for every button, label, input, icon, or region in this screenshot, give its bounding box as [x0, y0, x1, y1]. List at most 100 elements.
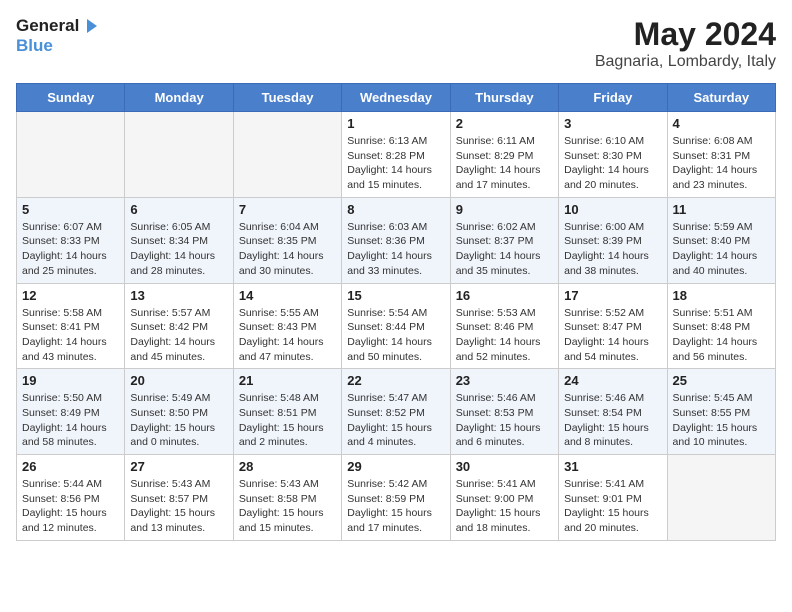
calendar-week-5: 26 Sunrise: 5:44 AMSunset: 8:56 PMDayligh…	[17, 455, 776, 541]
cell-info: Sunrise: 5:58 AMSunset: 8:41 PMDaylight:…	[22, 306, 119, 365]
day-number: 16	[456, 288, 553, 303]
calendar-cell	[233, 112, 341, 198]
cell-info: Sunrise: 5:52 AMSunset: 8:47 PMDaylight:…	[564, 306, 661, 365]
calendar-cell: 24 Sunrise: 5:46 AMSunset: 8:54 PMDayligh…	[559, 369, 667, 455]
logo-text-general: General	[16, 16, 79, 36]
calendar-cell: 11 Sunrise: 5:59 AMSunset: 8:40 PMDayligh…	[667, 197, 775, 283]
calendar-cell: 23 Sunrise: 5:46 AMSunset: 8:53 PMDayligh…	[450, 369, 558, 455]
day-number: 24	[564, 373, 661, 388]
day-number: 27	[130, 459, 227, 474]
calendar-cell: 1 Sunrise: 6:13 AMSunset: 8:28 PMDaylight…	[342, 112, 450, 198]
day-number: 8	[347, 202, 444, 217]
day-number: 17	[564, 288, 661, 303]
calendar-week-3: 12Sunrise: 5:58 AMSunset: 8:41 PMDayligh…	[17, 283, 776, 369]
day-number: 11	[673, 202, 770, 217]
calendar-cell: 9 Sunrise: 6:02 AMSunset: 8:37 PMDaylight…	[450, 197, 558, 283]
day-number: 22	[347, 373, 444, 388]
cell-info: Sunrise: 5:41 AMSunset: 9:01 PMDaylight:…	[564, 477, 661, 536]
cell-info: Sunrise: 5:42 AMSunset: 8:59 PMDaylight:…	[347, 477, 444, 536]
day-header-monday: Monday	[125, 84, 233, 112]
day-number: 4	[673, 116, 770, 131]
calendar-cell: 4 Sunrise: 6:08 AMSunset: 8:31 PMDaylight…	[667, 112, 775, 198]
day-number: 19	[22, 373, 119, 388]
day-number: 2	[456, 116, 553, 131]
calendar-table: SundayMondayTuesdayWednesdayThursdayFrid…	[16, 83, 776, 541]
calendar-cell: 17 Sunrise: 5:52 AMSunset: 8:47 PMDayligh…	[559, 283, 667, 369]
cell-info: Sunrise: 6:00 AMSunset: 8:39 PMDaylight:…	[564, 220, 661, 279]
calendar-cell: 30Sunrise: 5:41 AMSunset: 9:00 PMDayligh…	[450, 455, 558, 541]
calendar-cell: 14Sunrise: 5:55 AMSunset: 8:43 PMDayligh…	[233, 283, 341, 369]
calendar-cell: 22 Sunrise: 5:47 AMSunset: 8:52 PMDayligh…	[342, 369, 450, 455]
day-number: 20	[130, 373, 227, 388]
cell-info: Sunrise: 6:07 AMSunset: 8:33 PMDaylight:…	[22, 220, 119, 279]
calendar-cell: 8Sunrise: 6:03 AMSunset: 8:36 PMDaylight…	[342, 197, 450, 283]
calendar-cell: 13 Sunrise: 5:57 AMSunset: 8:42 PMDayligh…	[125, 283, 233, 369]
cell-info: Sunrise: 5:54 AMSunset: 8:44 PMDaylight:…	[347, 306, 444, 365]
day-number: 3	[564, 116, 661, 131]
day-number: 18	[673, 288, 770, 303]
cell-info: Sunrise: 5:50 AMSunset: 8:49 PMDaylight:…	[22, 391, 119, 450]
calendar-cell: 25 Sunrise: 5:45 AMSunset: 8:55 PMDayligh…	[667, 369, 775, 455]
cell-info: Sunrise: 6:10 AMSunset: 8:30 PMDaylight:…	[564, 134, 661, 193]
cell-info: Sunrise: 5:46 AMSunset: 8:53 PMDaylight:…	[456, 391, 553, 450]
calendar-cell: 21 Sunrise: 5:48 AMSunset: 8:51 PMDayligh…	[233, 369, 341, 455]
day-header-sunday: Sunday	[17, 84, 125, 112]
calendar-cell: 19 Sunrise: 5:50 AMSunset: 8:49 PMDayligh…	[17, 369, 125, 455]
calendar-cell: 2 Sunrise: 6:11 AMSunset: 8:29 PMDaylight…	[450, 112, 558, 198]
title-area: May 2024 Bagnaria, Lombardy, Italy	[595, 16, 776, 71]
logo-arrow-icon	[81, 17, 99, 35]
cell-info: Sunrise: 5:44 AMSunset: 8:56 PMDaylight:…	[22, 477, 119, 536]
calendar-cell: 27 Sunrise: 5:43 AMSunset: 8:57 PMDayligh…	[125, 455, 233, 541]
days-header-row: SundayMondayTuesdayWednesdayThursdayFrid…	[17, 84, 776, 112]
calendar-cell: 28Sunrise: 5:43 AMSunset: 8:58 PMDayligh…	[233, 455, 341, 541]
cell-info: Sunrise: 5:45 AMSunset: 8:55 PMDaylight:…	[673, 391, 770, 450]
calendar-week-1: 1 Sunrise: 6:13 AMSunset: 8:28 PMDaylight…	[17, 112, 776, 198]
calendar-cell	[17, 112, 125, 198]
cell-info: Sunrise: 5:55 AMSunset: 8:43 PMDaylight:…	[239, 306, 336, 365]
day-number: 9	[456, 202, 553, 217]
cell-info: Sunrise: 5:59 AMSunset: 8:40 PMDaylight:…	[673, 220, 770, 279]
calendar-cell: 6Sunrise: 6:05 AMSunset: 8:34 PMDaylight…	[125, 197, 233, 283]
day-number: 15	[347, 288, 444, 303]
page-header: General Blue May 2024 Bagnaria, Lombardy…	[16, 16, 776, 71]
cell-info: Sunrise: 6:13 AMSunset: 8:28 PMDaylight:…	[347, 134, 444, 193]
day-number: 7	[239, 202, 336, 217]
cell-info: Sunrise: 5:46 AMSunset: 8:54 PMDaylight:…	[564, 391, 661, 450]
cell-info: Sunrise: 6:02 AMSunset: 8:37 PMDaylight:…	[456, 220, 553, 279]
day-number: 25	[673, 373, 770, 388]
calendar-week-4: 19 Sunrise: 5:50 AMSunset: 8:49 PMDayligh…	[17, 369, 776, 455]
calendar-week-2: 5 Sunrise: 6:07 AMSunset: 8:33 PMDaylight…	[17, 197, 776, 283]
day-number: 6	[130, 202, 227, 217]
cell-info: Sunrise: 6:11 AMSunset: 8:29 PMDaylight:…	[456, 134, 553, 193]
cell-info: Sunrise: 5:41 AMSunset: 9:00 PMDaylight:…	[456, 477, 553, 536]
day-number: 31	[564, 459, 661, 474]
month-title: May 2024	[595, 16, 776, 53]
calendar-cell: 26 Sunrise: 5:44 AMSunset: 8:56 PMDayligh…	[17, 455, 125, 541]
day-number: 29	[347, 459, 444, 474]
calendar-cell: 7Sunrise: 6:04 AMSunset: 8:35 PMDaylight…	[233, 197, 341, 283]
day-number: 26	[22, 459, 119, 474]
day-header-tuesday: Tuesday	[233, 84, 341, 112]
logo: General Blue	[16, 16, 99, 56]
logo-graphic: General Blue	[16, 16, 99, 56]
calendar-cell	[667, 455, 775, 541]
day-number: 23	[456, 373, 553, 388]
day-header-friday: Friday	[559, 84, 667, 112]
cell-info: Sunrise: 5:47 AMSunset: 8:52 PMDaylight:…	[347, 391, 444, 450]
cell-info: Sunrise: 5:53 AMSunset: 8:46 PMDaylight:…	[456, 306, 553, 365]
calendar-cell: 3 Sunrise: 6:10 AMSunset: 8:30 PMDaylight…	[559, 112, 667, 198]
logo-text-blue: Blue	[16, 36, 53, 56]
day-number: 1	[347, 116, 444, 131]
cell-info: Sunrise: 5:48 AMSunset: 8:51 PMDaylight:…	[239, 391, 336, 450]
cell-info: Sunrise: 5:57 AMSunset: 8:42 PMDaylight:…	[130, 306, 227, 365]
day-number: 21	[239, 373, 336, 388]
day-number: 13	[130, 288, 227, 303]
day-number: 5	[22, 202, 119, 217]
cell-info: Sunrise: 5:43 AMSunset: 8:57 PMDaylight:…	[130, 477, 227, 536]
day-header-saturday: Saturday	[667, 84, 775, 112]
cell-info: Sunrise: 6:08 AMSunset: 8:31 PMDaylight:…	[673, 134, 770, 193]
calendar-cell: 31 Sunrise: 5:41 AMSunset: 9:01 PMDayligh…	[559, 455, 667, 541]
day-number: 10	[564, 202, 661, 217]
cell-info: Sunrise: 5:51 AMSunset: 8:48 PMDaylight:…	[673, 306, 770, 365]
calendar-cell: 20Sunrise: 5:49 AMSunset: 8:50 PMDayligh…	[125, 369, 233, 455]
